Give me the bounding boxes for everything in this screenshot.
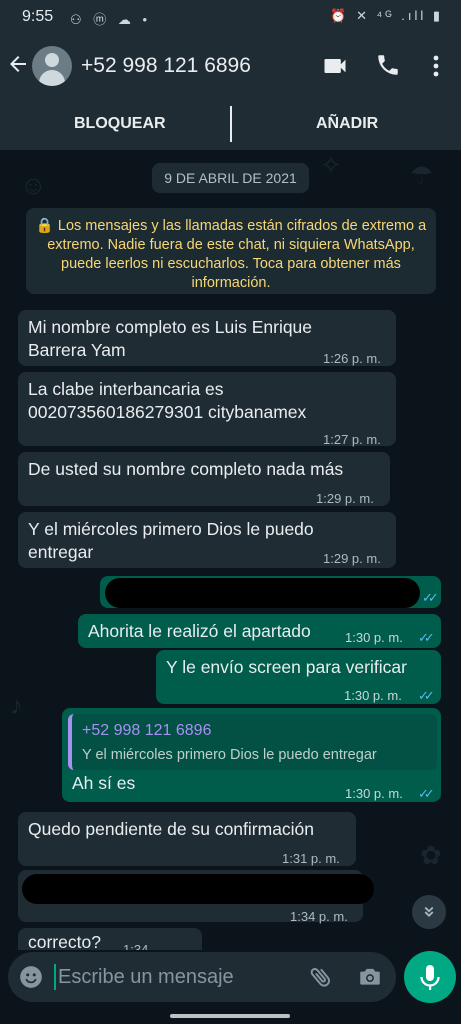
message-text: Y el miércoles primero Dios le puedo ent… [28,519,314,562]
text-caret [54,964,56,990]
scroll-to-bottom-button[interactable] [412,895,446,929]
wallpaper-doodle-icon: ☺ [20,170,47,200]
block-button[interactable]: BLOQUEAR [74,98,166,150]
message-outgoing-redacted[interactable]: ✓✓ [100,576,441,608]
status-time: 9:55 [22,8,54,25]
message-time: 1:30 p. m. [345,786,403,801]
encryption-notice[interactable]: 🔒 Los mensajes y las llamadas están cifr… [26,208,436,294]
message-incoming-redacted[interactable]: 1:34 p. m. [18,870,374,924]
chevron-double-down-icon [424,906,434,918]
attach-icon[interactable] [308,963,334,991]
message-text: correcto? [28,932,101,950]
message-time: 1:34 p. m. [290,909,348,924]
chat-area[interactable]: ☺ ☂ ✧ ♪ ✿ 9 DE ABRIL DE 2021 🔒 Los mensa… [0,150,461,950]
video-call-icon[interactable] [321,52,349,80]
message-incoming[interactable]: La clabe interbancaria es 00207356018627… [18,372,396,447]
message-text: Ahorita le realizó el apartado [88,621,311,641]
phone-icon[interactable] [375,52,403,80]
divider [230,106,232,142]
message-outgoing[interactable]: Y le envío screen para verificar 1:30 p.… [156,650,441,704]
quoted-author: +52 998 121 6896 [82,722,212,739]
status-bar: 9:55 ⚇ ⓜ ☁ • ⏰ ✕ ⁴ᴳ .ıll ▮ [0,0,461,34]
wallpaper-doodle-icon: ☂ [410,160,434,190]
message-time: 1:27 p. m. [323,432,381,447]
avatar[interactable] [32,46,72,86]
read-receipt-icon: ✓✓ [418,786,435,801]
camera-icon[interactable] [356,964,384,990]
wallpaper-doodle-icon: ✿ [420,840,442,870]
message-text: Y le envío screen para verificar [166,657,407,677]
message-incoming[interactable]: correcto? 1:34 [18,928,202,950]
wallpaper-doodle-icon: ♪ [10,690,23,720]
message-time: 1:34 [123,942,149,950]
voice-message-button[interactable] [404,951,456,1003]
date-divider: 9 DE ABRIL DE 2021 [152,163,309,193]
message-time: 1:30 p. m. [345,630,403,645]
status-right-icons: ⏰ ✕ ⁴ᴳ .ıll ▮ [330,8,443,23]
message-text: La clabe interbancaria es 00207356018627… [28,379,307,422]
message-time: 1:29 p. m. [316,491,374,506]
read-receipt-icon: ✓✓ [418,688,435,703]
arrow-left-icon[interactable] [6,52,30,81]
contact-name[interactable]: +52 998 121 6896 [81,54,251,78]
message-time: 1:31 p. m. [282,851,340,866]
add-button[interactable]: AÑADIR [316,98,378,150]
redaction-mark [105,578,420,608]
message-time: 1:29 p. m. [323,551,381,566]
message-outgoing[interactable]: Ahorita le realizó el apartado 1:30 p. m… [78,614,441,648]
message-incoming[interactable]: Quedo pendiente de su confirmación 1:31 … [18,812,356,866]
message-input[interactable]: Escribe un mensaje [58,966,234,989]
chat-header: +52 998 121 6896 [0,34,461,98]
message-time: 1:26 p. m. [323,351,381,366]
message-text: Quedo pendiente de su confirmación [28,819,315,839]
read-receipt-icon: ✓✓ [418,630,435,645]
message-text: De usted su nombre completo nada más [28,459,344,479]
message-outgoing-reply[interactable]: +52 998 121 6896 Y el miércoles primero … [62,708,441,802]
read-receipt-icon: ✓✓ [422,590,439,605]
status-left-icons: ⚇ ⓜ ☁ • [70,12,152,27]
message-text: Ah sí es [72,773,136,793]
quoted-text: Y el miércoles primero Dios le puedo ent… [82,747,377,763]
message-text: Mi nombre completo es Luis Enrique Barre… [28,317,313,360]
home-indicator [170,1014,290,1018]
emoji-icon[interactable] [18,964,44,990]
redaction-mark [22,874,374,904]
block-add-bar: BLOQUEAR AÑADIR [0,98,461,150]
message-composer: Escribe un mensaje [8,952,396,1002]
wallpaper-doodle-icon: ✧ [320,150,342,180]
message-incoming[interactable]: De usted su nombre completo nada más 1:2… [18,452,390,506]
quoted-message[interactable]: +52 998 121 6896 Y el miércoles primero … [68,714,437,770]
more-options-icon[interactable] [424,52,452,80]
message-time: 1:30 p. m. [344,688,402,703]
message-incoming[interactable]: Mi nombre completo es Luis Enrique Barre… [18,310,396,366]
microphone-icon [420,965,440,990]
message-incoming[interactable]: Y el miércoles primero Dios le puedo ent… [18,512,396,568]
